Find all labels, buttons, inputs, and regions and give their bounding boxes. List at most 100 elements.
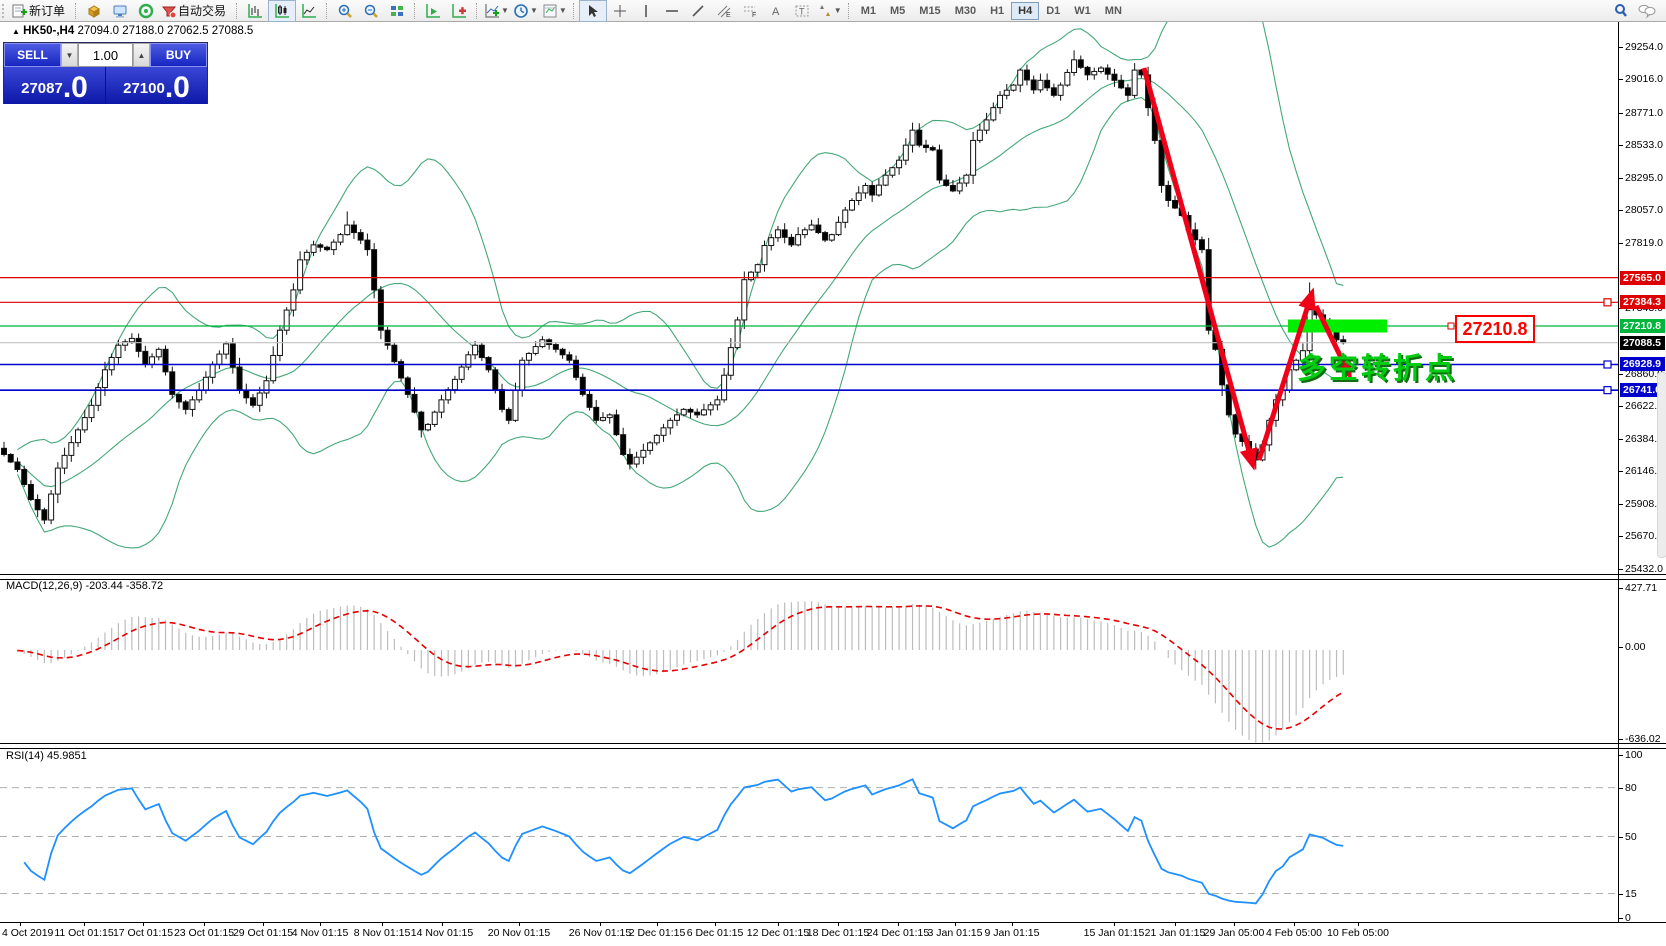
svg-text:E: E (726, 12, 731, 19)
volume-increase-button[interactable]: ▲ (133, 43, 150, 67)
timeframe-h1[interactable]: H1 (983, 2, 1011, 20)
candle-chart-button[interactable] (268, 0, 296, 22)
turning-point-annotation[interactable]: 多空转折点 (1297, 345, 1457, 387)
panel-separator[interactable] (0, 574, 1666, 580)
collapse-arrow-icon[interactable]: ▲ (12, 27, 20, 36)
candle (701, 410, 706, 415)
fibonacci-tool[interactable]: F (737, 1, 763, 21)
text-label-tool[interactable]: T (789, 1, 815, 21)
date-tick-label: 29 Jan 05:00 (1204, 927, 1265, 939)
scrollbar-thumb[interactable] (1657, 372, 1666, 558)
candle (197, 390, 202, 400)
vertical-line-tool[interactable] (633, 1, 659, 21)
panel-separator[interactable] (0, 743, 1666, 749)
text-tool[interactable]: A (763, 1, 789, 21)
candle (304, 252, 309, 260)
shapes-tool[interactable]: ▼ (815, 1, 844, 21)
date-tick-label: 24 Dec 01:15 (867, 927, 929, 939)
price-annotation-label[interactable]: 27210.8 (1455, 315, 1535, 343)
zoom-in-button[interactable] (332, 1, 358, 21)
trendline-tool[interactable] (685, 1, 711, 21)
rsi-tick-mark (1618, 788, 1623, 789)
candle (69, 443, 74, 456)
candle (816, 225, 821, 233)
level-handle[interactable] (1604, 387, 1611, 394)
timeframe-m1[interactable]: M1 (854, 2, 883, 20)
toolbar-grip[interactable] (2, 4, 8, 18)
terminal-icon (112, 3, 128, 19)
trend-arrow[interactable] (1144, 68, 1252, 462)
horizontal-line-tool[interactable] (659, 1, 685, 21)
buy-button[interactable]: BUY (150, 43, 207, 67)
timeframe-mn[interactable]: MN (1098, 2, 1129, 20)
candle (378, 290, 383, 330)
volume-input[interactable] (78, 43, 133, 67)
strategy-test-button[interactable] (420, 1, 446, 21)
bollinger-middle (17, 79, 1343, 487)
svg-text:A: A (772, 6, 780, 18)
date-tick-mark (519, 922, 520, 926)
rsi-tick-mark (1618, 837, 1623, 838)
new-order-button[interactable]: 新订单 (10, 1, 71, 21)
autotrade-button[interactable]: 自动交易 (159, 1, 232, 21)
date-tick-mark (84, 922, 85, 926)
equidistant-channel-tool[interactable]: E (711, 1, 737, 21)
cursor-tool[interactable] (579, 0, 607, 22)
candle (708, 405, 713, 410)
new-chart-button[interactable] (446, 1, 472, 21)
candle (863, 185, 868, 193)
templates-button[interactable]: ▼ (540, 1, 569, 21)
label-handle (1448, 323, 1454, 329)
zoom-out-button[interactable] (358, 1, 384, 21)
search-button[interactable] (1608, 1, 1634, 21)
market-watch-button[interactable] (133, 1, 159, 21)
indicators-button[interactable]: ▼ (482, 1, 511, 21)
terminal-button[interactable] (107, 1, 133, 21)
date-tick-mark (778, 922, 779, 926)
line-chart-button[interactable] (296, 1, 322, 21)
candle (1072, 60, 1077, 73)
crosshair-tool[interactable] (607, 1, 633, 21)
candle (170, 372, 175, 395)
level-handle[interactable] (1604, 361, 1611, 368)
candle (802, 230, 807, 235)
candle (789, 237, 794, 245)
candle (358, 233, 363, 241)
chart-canvas[interactable] (0, 0, 1666, 946)
timeframe-w1[interactable]: W1 (1067, 2, 1098, 20)
candle (264, 381, 269, 393)
candle (338, 235, 343, 243)
sell-price[interactable]: 27087.0 (4, 67, 105, 104)
buy-price[interactable]: 27100.0 (106, 67, 207, 104)
timeframe-m5[interactable]: M5 (883, 2, 912, 20)
sell-button[interactable]: SELL (4, 43, 61, 67)
candle (755, 265, 760, 273)
price-tick-mark (1618, 471, 1623, 472)
price-tick-label: 29254.0 (1625, 41, 1663, 53)
candle (176, 394, 181, 402)
volume-decrease-button[interactable]: ▼ (61, 43, 78, 67)
timeframe-h4[interactable]: H4 (1011, 2, 1039, 20)
candle (1105, 68, 1110, 74)
candle (291, 290, 296, 310)
chat-button[interactable] (1634, 1, 1660, 21)
market-watch-icon (138, 3, 154, 19)
bollinger-bands (17, 0, 1343, 548)
trend-arrows[interactable] (1144, 68, 1348, 462)
candle (964, 175, 969, 183)
rsi-line (24, 779, 1343, 903)
bar-chart-button[interactable] (242, 1, 268, 21)
history-center-button[interactable] (81, 1, 107, 21)
timeframe-m30[interactable]: M30 (948, 2, 983, 20)
periods-button[interactable]: ▼ (511, 1, 540, 21)
timeframe-m15[interactable]: M15 (912, 2, 947, 20)
candle (500, 390, 505, 410)
price-badge: 27088.5 (1620, 336, 1665, 350)
candle (150, 357, 155, 365)
candle (163, 349, 168, 372)
tile-windows-button[interactable] (384, 1, 410, 21)
candle (634, 457, 639, 464)
date-tick-label: 23 Oct 01:15 (174, 927, 234, 939)
level-handle[interactable] (1604, 299, 1611, 306)
timeframe-d1[interactable]: D1 (1039, 2, 1067, 20)
